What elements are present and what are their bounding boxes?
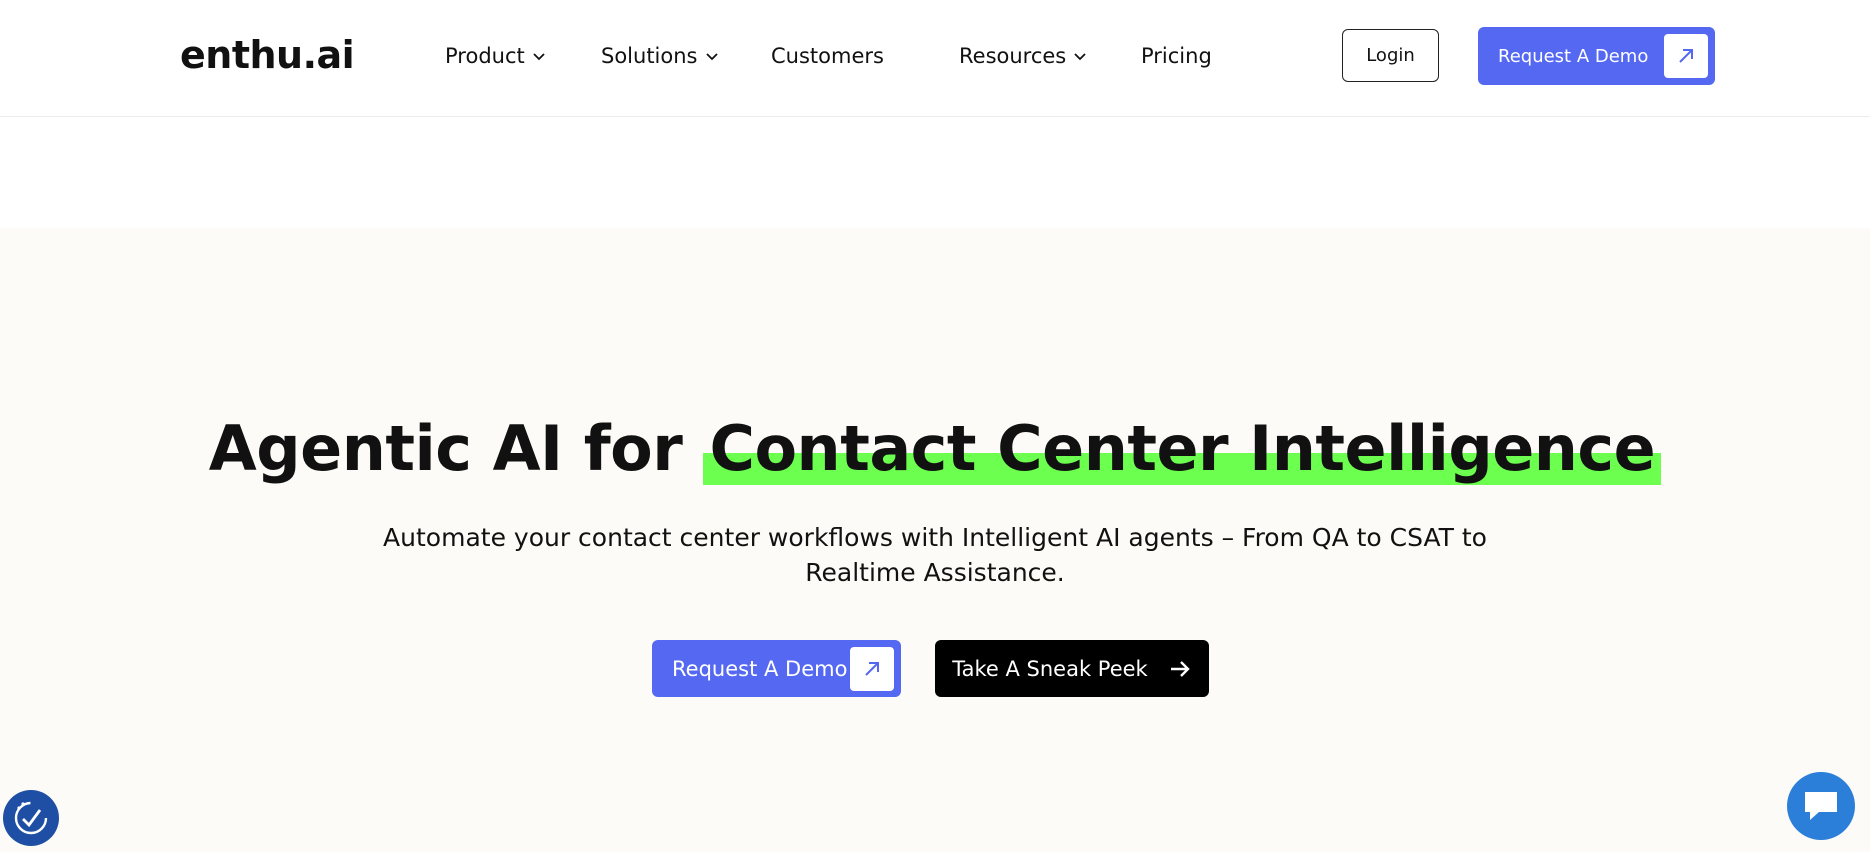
nav-item-label: Resources bbox=[959, 44, 1067, 68]
nav-item-solutions[interactable]: Solutions bbox=[601, 42, 720, 70]
nav-item-label: Customers bbox=[771, 44, 884, 68]
hero-subtitle: Automate your contact center workflows w… bbox=[383, 523, 1487, 587]
nav-item-label: Pricing bbox=[1141, 44, 1212, 68]
nav-item-pricing[interactable]: Pricing bbox=[1141, 42, 1212, 70]
chevron-down-icon bbox=[1074, 53, 1086, 61]
accessibility-check-icon[interactable] bbox=[3, 790, 59, 846]
chevron-down-icon bbox=[533, 53, 545, 61]
request-demo-label: Request A Demo bbox=[1498, 45, 1649, 67]
arrow-right-icon bbox=[1170, 660, 1190, 677]
site-header: enthu.ai Product Solutions Customers Res… bbox=[0, 0, 1870, 117]
nav-item-label: Solutions bbox=[601, 44, 698, 68]
login-button[interactable]: Login bbox=[1342, 29, 1439, 82]
nav-item-product[interactable]: Product bbox=[445, 42, 547, 70]
arrow-up-right-icon bbox=[850, 646, 894, 691]
request-demo-button[interactable]: Request A Demo bbox=[1478, 27, 1715, 85]
nav-item-resources[interactable]: Resources bbox=[959, 42, 1088, 70]
nav-item-customers[interactable]: Customers bbox=[771, 42, 884, 70]
sneak-peek-button[interactable]: Take A Sneak Peek bbox=[935, 640, 1209, 697]
hero-request-demo-label: Request A Demo bbox=[672, 656, 848, 681]
chat-bubble-icon[interactable] bbox=[1787, 772, 1855, 840]
sneak-peek-label: Take A Sneak Peek bbox=[952, 656, 1148, 681]
nav-item-label: Product bbox=[445, 44, 525, 68]
chevron-down-icon bbox=[705, 53, 718, 61]
hero-headline: Agentic AI for Contact Center Intelligen… bbox=[0, 412, 1870, 485]
enthu-logo[interactable]: enthu.ai bbox=[180, 33, 355, 77]
headline-highlight: Contact Center Intelligence bbox=[703, 412, 1662, 485]
headline-prefix: Agentic AI for bbox=[208, 412, 704, 485]
arrow-up-right-icon bbox=[1664, 34, 1708, 78]
hero-request-demo-button[interactable]: Request A Demo bbox=[652, 640, 901, 697]
